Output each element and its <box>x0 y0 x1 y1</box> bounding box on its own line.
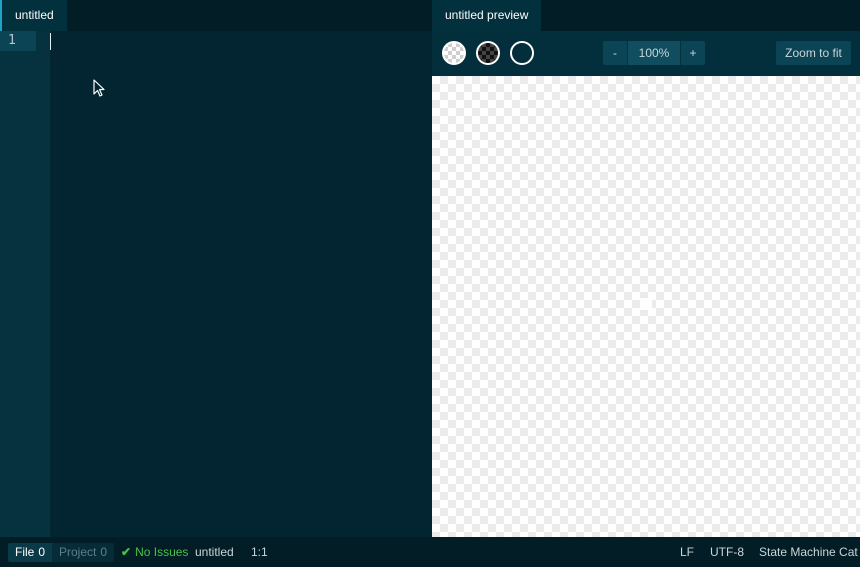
project-label: Project <box>59 545 97 559</box>
file-issues-tab[interactable]: File 0 <box>8 543 53 562</box>
mouse-pointer-icon <box>93 79 105 97</box>
status-bar: File 0 Project 0 ✔ No Issues untitled 1:1 L… <box>0 537 860 567</box>
current-file-name[interactable]: untitled <box>195 537 234 567</box>
editor-pane: untitled 1 <box>0 0 432 537</box>
file-label: File <box>15 545 35 559</box>
project-issues-tab[interactable]: Project 0 <box>52 543 115 562</box>
tab-untitled[interactable]: untitled <box>0 0 67 31</box>
editor-tab-bar: untitled <box>0 0 432 31</box>
line-ending-selector[interactable]: LF <box>680 537 694 567</box>
zoom-controls: - 100% + <box>603 41 705 65</box>
tab-untitled-preview[interactable]: untitled preview <box>432 0 542 31</box>
text-cursor <box>50 33 51 50</box>
zoom-out-button[interactable]: - <box>603 41 627 65</box>
zoom-to-fit-button[interactable]: Zoom to fit <box>776 41 851 65</box>
linter-status[interactable]: ✔ No Issues <box>121 537 188 567</box>
preview-toolbar: - 100% + Zoom to fit <box>432 31 860 76</box>
grammar-selector[interactable]: State Machine Cat <box>759 537 858 567</box>
project-issue-count: 0 <box>100 545 108 559</box>
line-number-gutter: 1 <box>0 31 50 537</box>
line-number: 1 <box>0 31 36 51</box>
empty-diagram-marker <box>640 298 652 310</box>
preview-pane: untitled preview - 100% + Zoom to fit <box>432 0 860 537</box>
preview-tab-bar: untitled preview <box>432 0 860 31</box>
light-background-toggle[interactable] <box>442 41 466 65</box>
no-issues-label: No Issues <box>135 545 189 559</box>
code-editor[interactable] <box>50 31 432 537</box>
zoom-level[interactable]: 100% <box>627 41 681 65</box>
transparent-background-toggle[interactable] <box>510 41 534 65</box>
cursor-position[interactable]: 1:1 <box>251 537 268 567</box>
preview-canvas[interactable] <box>432 76 860 537</box>
check-icon: ✔ <box>121 545 132 559</box>
dark-background-toggle[interactable] <box>476 41 500 65</box>
encoding-selector[interactable]: UTF-8 <box>710 537 744 567</box>
file-issue-count: 0 <box>38 545 46 559</box>
zoom-in-button[interactable]: + <box>681 41 705 65</box>
